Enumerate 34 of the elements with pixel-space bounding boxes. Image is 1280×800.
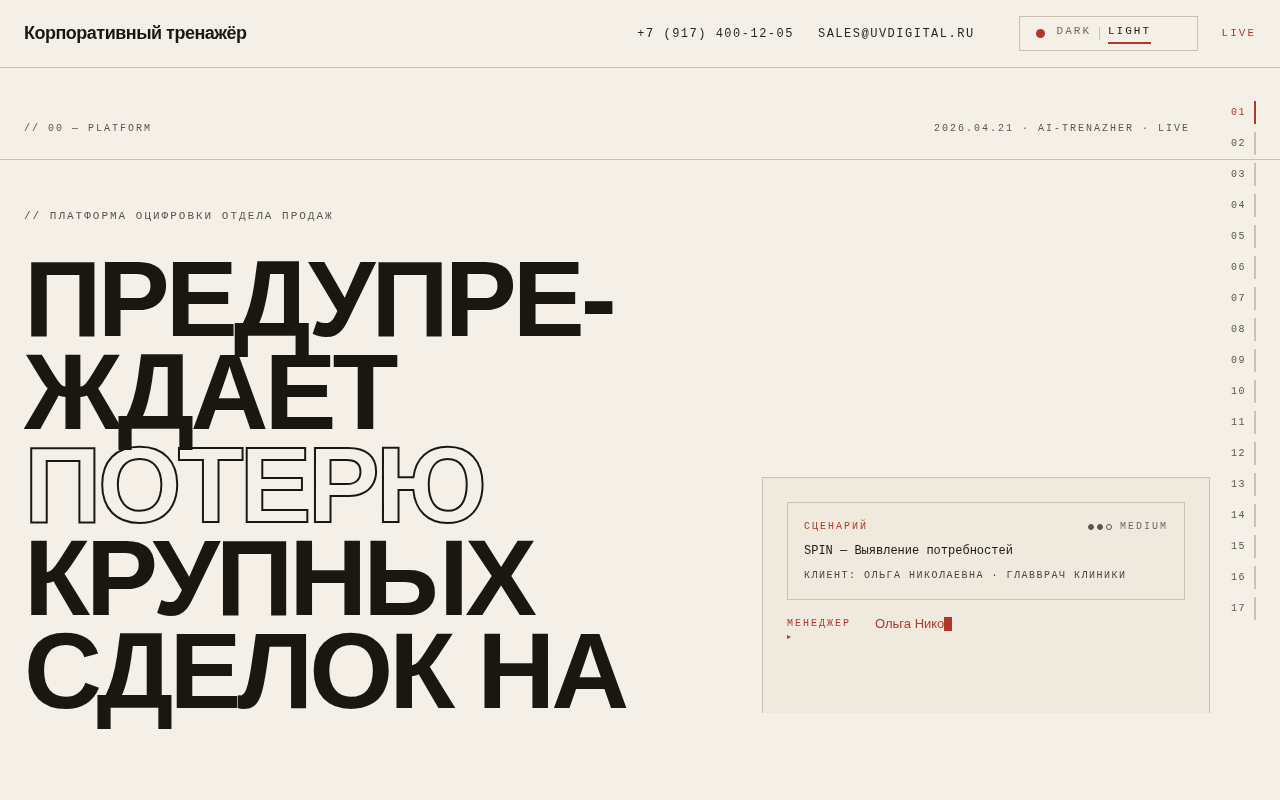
section-nav-link[interactable]: 15 [1231, 539, 1246, 554]
email-link[interactable]: SALES@UVDIGITAL.RU [817, 24, 975, 43]
live-label: LIVE [1221, 26, 1256, 42]
section-nav-link[interactable]: 13 [1231, 477, 1246, 492]
section-meta: 2026.04.21 · AI-TRENAZHER · LIVE [933, 122, 1190, 136]
scenario-title: SPIN — Выявление потребностей [804, 543, 1014, 560]
section-nav-link[interactable]: 11 [1231, 415, 1246, 430]
section-nav-link[interactable]: 14 [1231, 508, 1246, 523]
phone-link[interactable]: +7 (917) 400-12-05 [637, 24, 794, 43]
scenario-label: СЦЕНАРИЙ [804, 519, 868, 534]
message-text: Ольга Нико [875, 615, 945, 634]
cursor-icon [944, 617, 953, 631]
section-nav-link[interactable]: 03 [1231, 167, 1246, 182]
speaker-marker: ▸ [787, 631, 792, 643]
speaker-label: МЕНЕДЖЕР [787, 617, 851, 631]
section-nav-link[interactable]: 09 [1231, 353, 1246, 368]
section-nav-link[interactable]: 02 [1231, 136, 1246, 151]
section-nav-link[interactable]: 17 [1231, 601, 1246, 616]
section-nav-link[interactable]: 16 [1231, 570, 1246, 585]
section-nav-link[interactable]: 01 [1231, 105, 1246, 120]
hero-eyebrow: // ПЛАТФОРМА ОЦИФРОВКИ ОТДЕЛА ПРОДАЖ [24, 209, 335, 224]
section-nav-link[interactable]: 06 [1231, 260, 1246, 275]
section-label: // 00 — PLATFORM [24, 122, 152, 136]
section-nav-link[interactable]: 07 [1231, 291, 1246, 306]
theme-option[interactable]: DARK [1056, 23, 1091, 44]
section-nav-link[interactable]: 10 [1231, 384, 1246, 399]
theme-option[interactable]: LIGHT [1108, 23, 1151, 44]
section-nav-link[interactable]: 12 [1231, 446, 1246, 461]
section-nav-link[interactable]: 05 [1231, 229, 1246, 244]
section-nav-link[interactable]: 04 [1231, 198, 1246, 213]
section-nav-link[interactable]: 08 [1231, 322, 1246, 337]
difficulty-label: MEDIUM [1120, 520, 1168, 534]
client-info: КЛИЕНТ: ОЛЬГА НИКОЛАЕВНА · ГЛАВВРАЧ КЛИНИКИ [804, 569, 1128, 583]
brand-title[interactable]: Корпоративный тренажёр [24, 20, 247, 47]
